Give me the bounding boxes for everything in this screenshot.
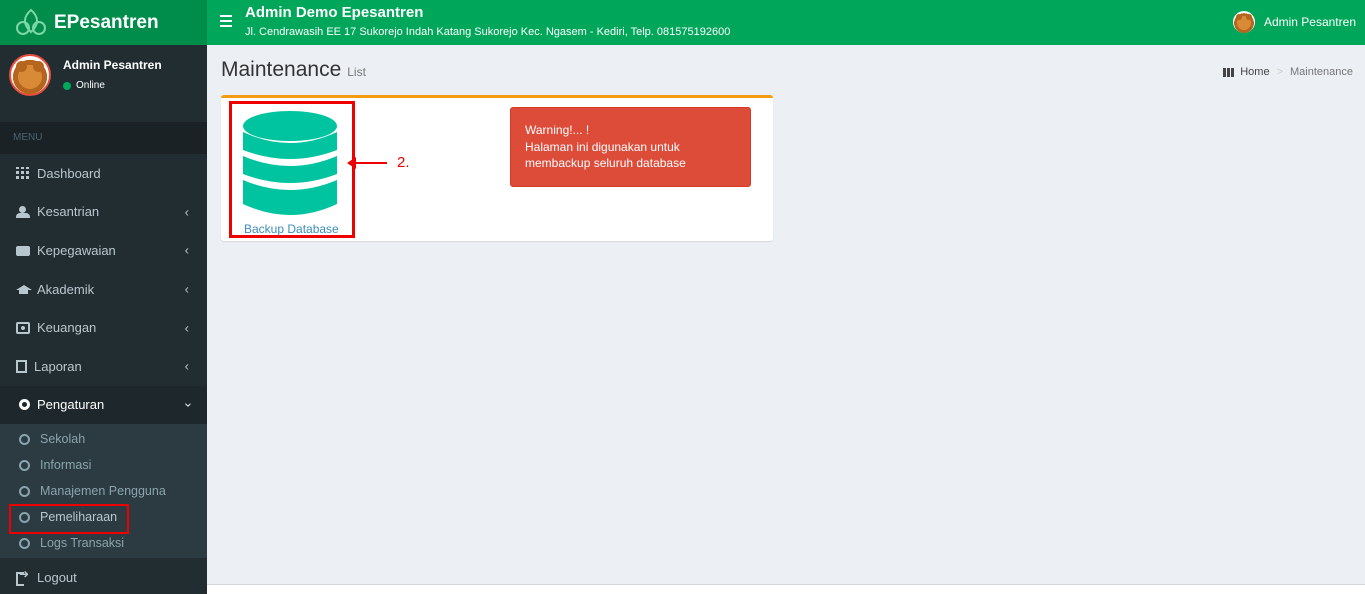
sidebar: Admin Pesantren Online MENU Dashboard Ke… [0, 45, 207, 594]
briefcase-icon [16, 246, 30, 257]
chevron-down-icon: ‹ [179, 402, 195, 408]
file-icon [16, 359, 27, 373]
page-subtitle: List [347, 65, 366, 79]
site-address: Jl. Cendrawasih EE 17 Sukorejo Indah Kat… [245, 26, 731, 38]
breadcrumb-separator: > [1276, 66, 1283, 78]
sidebar-item-label: Pengaturan [37, 397, 105, 413]
submenu-item-informasi[interactable]: Informasi [0, 452, 207, 478]
sidebar-item-kesantrian[interactable]: Kesantrian ‹ [0, 193, 207, 232]
submenu-item-label: Sekolah [40, 432, 86, 447]
submenu-item-label: Informasi [40, 458, 92, 473]
annotation-arrow: 2. [347, 154, 410, 171]
breadcrumb-home[interactable]: Home [1240, 66, 1269, 78]
backup-database-label: Backup Database [244, 222, 339, 236]
content-header: Maintenance List [221, 58, 366, 82]
backup-database-button[interactable]: Backup Database [229, 101, 355, 238]
circle-icon [19, 485, 30, 497]
submenu-item-label: Logs Transaksi [40, 536, 125, 551]
sidebar-toggle-icon[interactable] [220, 15, 232, 27]
sidebar-item-logout[interactable]: Logout [0, 558, 207, 594]
gear-icon [19, 399, 30, 411]
warning-alert: Warning!... ! Halaman ini digunakan untu… [510, 107, 751, 187]
site-title: Admin Demo Epesantren [245, 4, 424, 21]
submenu-item-pemeliharaan[interactable]: Pemeliharaan [0, 504, 207, 535]
user-menu[interactable]: Admin Pesantren [1232, 11, 1356, 33]
sidebar-item-pengaturan[interactable]: Pengaturan ‹ [0, 385, 207, 425]
chevron-left-icon: ‹ [184, 358, 189, 374]
brand-name: EPesantren [54, 11, 159, 33]
submenu-item-label: Pemeliharaan [40, 510, 118, 525]
online-dot-icon [63, 81, 71, 90]
sidebar-item-label: Laporan [34, 358, 82, 374]
sidebar-item-label: Kesantrian [37, 204, 100, 220]
arrow-left-icon [347, 156, 387, 169]
pengaturan-submenu: Sekolah Informasi Manajemen Pengguna Pem… [0, 424, 207, 559]
sidebar-item-kepegawaian[interactable]: Kepegawaian ‹ [0, 231, 207, 270]
pesantren-logo-icon [16, 8, 46, 35]
submenu-item-sekolah[interactable]: Sekolah [0, 426, 207, 452]
money-icon [16, 321, 30, 334]
chevron-left-icon: ‹ [184, 281, 189, 297]
logout-icon [16, 567, 30, 587]
user-panel: Admin Pesantren Online [0, 45, 207, 122]
circle-icon [19, 459, 30, 471]
sidebar-item-label: Keuangan [37, 320, 97, 336]
status-label: Online [76, 80, 105, 91]
submenu-item-logs-transaksi[interactable]: Logs Transaksi [0, 530, 207, 556]
users-icon [16, 205, 30, 218]
sidebar-item-label: Logout [37, 569, 77, 585]
sidebar-item-laporan[interactable]: Laporan ‹ [0, 347, 207, 386]
chevron-left-icon: ‹ [184, 320, 189, 336]
circle-icon [19, 537, 30, 549]
breadcrumb-current: Maintenance [1290, 66, 1353, 78]
maintenance-box: Backup Database 2. Warning!... ! Halaman… [221, 95, 773, 241]
submenu-item-manajemen-pengguna[interactable]: Manajemen Pengguna [0, 478, 207, 504]
chevron-left-icon: ‹ [184, 242, 189, 258]
sidebar-item-label: Kepegawaian [37, 242, 116, 258]
database-icon [243, 111, 337, 215]
dashboard-grid-icon [1223, 67, 1235, 77]
graduation-cap-icon [16, 283, 32, 295]
sidebar-item-keuangan[interactable]: Keuangan ‹ [0, 308, 207, 347]
circle-icon [19, 511, 30, 523]
chevron-left-icon: ‹ [184, 204, 189, 220]
avatar [1232, 11, 1255, 33]
warning-message: Halaman ini digunakan untuk membackup se… [525, 139, 686, 171]
brand-logo[interactable]: EPesantren [0, 0, 207, 45]
breadcrumb: Home > Maintenance [1223, 66, 1353, 78]
submenu-item-label: Manajemen Pengguna [40, 484, 166, 499]
annotation-number: 2. [397, 154, 410, 171]
avatar [9, 54, 51, 96]
footer [207, 584, 1365, 594]
menu-header: MENU [0, 122, 207, 154]
sidebar-item-dashboard[interactable]: Dashboard [0, 154, 207, 193]
sidebar-item-label: Akademik [37, 281, 95, 297]
top-navbar: Admin Demo Epesantren Jl. Cendrawasih EE… [207, 0, 1365, 45]
page-title: Maintenance [221, 58, 342, 81]
sidebar-item-akademik[interactable]: Akademik ‹ [0, 270, 207, 309]
dashboard-grid-icon [16, 167, 30, 180]
user-menu-name: Admin Pesantren [1263, 15, 1356, 29]
circle-icon [19, 433, 30, 445]
sidebar-user-name: Admin Pesantren [63, 58, 162, 72]
sidebar-item-label: Dashboard [37, 165, 101, 181]
warning-title: Warning!... ! [525, 123, 590, 137]
status-badge: Online [63, 80, 105, 91]
